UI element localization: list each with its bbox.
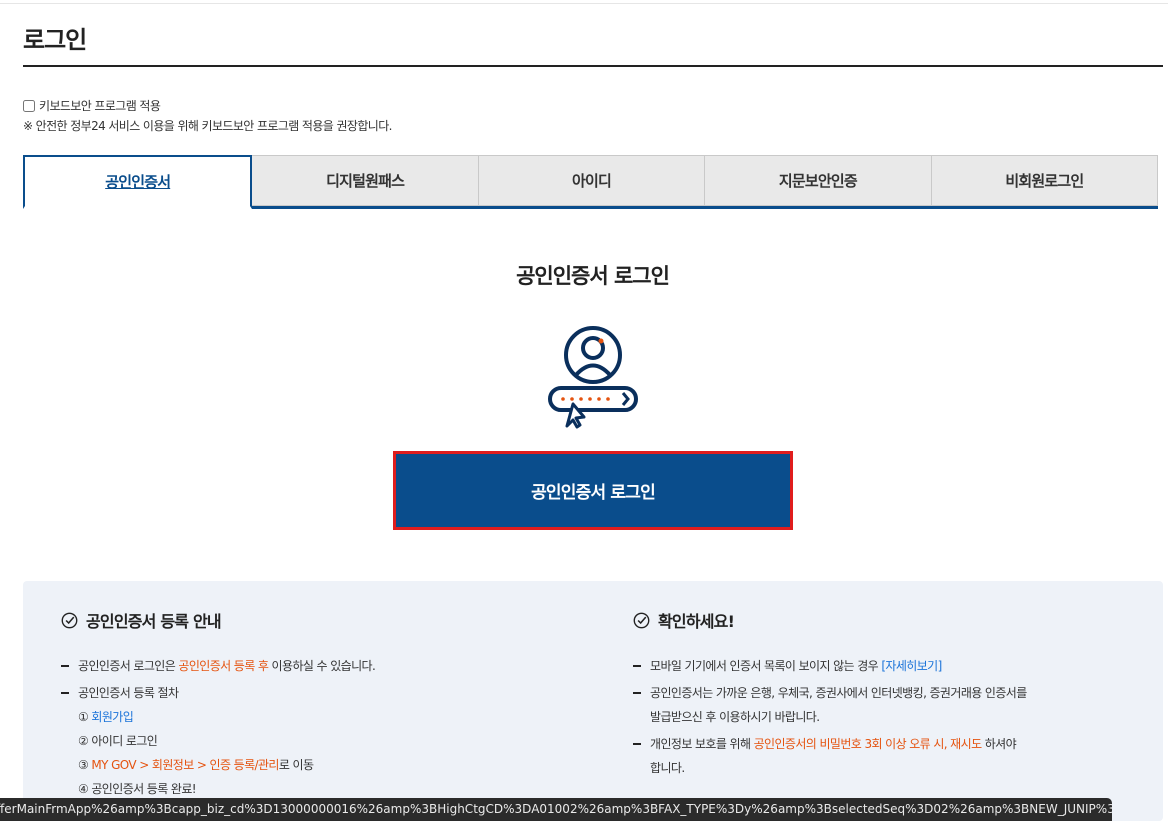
- step-number: ①: [78, 710, 89, 724]
- item-text: 공인인증서는 가까운 은행, 우체국, 증권사에서 인터넷뱅킹, 증권거래용 인…: [650, 686, 1027, 700]
- certificate-user-icon: [548, 326, 638, 429]
- item-text: 하셔야: [981, 737, 1017, 751]
- item-highlight: 공인인증서의 비밀번호 3회 이상 오류 시, 재시도: [753, 737, 983, 751]
- step-1: ① 회원가입: [78, 705, 601, 729]
- item-text: 이용하실 수 있습니다.: [268, 659, 376, 673]
- step-number: ③: [78, 758, 89, 772]
- registration-guide: 공인인증서 등록 안내 공인인증서 로그인은 공인인증서 등록 후 이용하실 수…: [61, 608, 601, 804]
- bullet-dash: [633, 743, 641, 745]
- bullet-dash: [61, 665, 69, 667]
- list-item: 공인인증서 등록 절차 ① 회원가입 ② 아이디 로그인 ③ MY GOV > …: [61, 681, 601, 801]
- list-item: 공인인증서 로그인은 공인인증서 등록 후 이용하실 수 있습니다.: [61, 654, 601, 678]
- title-underline: [23, 65, 1163, 67]
- item-text: 로 이동: [278, 758, 314, 772]
- tab-certificate[interactable]: 공인인증서: [23, 155, 253, 209]
- top-divider: [0, 0, 1168, 4]
- keyboard-security-option[interactable]: 키보드보안 프로그램 적용: [23, 97, 161, 114]
- check-notice: 확인하세요! 모바일 기기에서 인증서 목록이 보이지 않는 경우 [자세히보기…: [633, 608, 1133, 783]
- list-item: 모바일 기기에서 인증서 목록이 보이지 않는 경우 [자세히보기]: [633, 654, 1133, 678]
- bullet-dash: [633, 692, 641, 694]
- bullet-dash: [633, 665, 641, 667]
- login-tabs: 공인인증서 디지털원패스 아이디 지문보안인증 비회원로그인: [23, 155, 1159, 209]
- status-url: fferMainFrmApp%26amp%3Bcapp_biz_cd%3D130…: [0, 802, 1112, 816]
- check-notice-heading: 확인하세요!: [633, 608, 1133, 632]
- details-link[interactable]: [자세히보기]: [881, 659, 942, 673]
- info-box: 공인인증서 등록 안내 공인인증서 로그인은 공인인증서 등록 후 이용하실 수…: [23, 581, 1163, 821]
- item-text: 공인인증서 등록 절차: [78, 686, 179, 700]
- step-3: ③ MY GOV > 회원정보 > 인증 등록/관리로 이동: [78, 753, 601, 777]
- tab-digital-onepass[interactable]: 디지털원패스: [252, 155, 479, 206]
- item-text: 모바일 기기에서 인증서 목록이 보이지 않는 경우: [650, 659, 882, 673]
- bullet-dash: [61, 692, 69, 694]
- step-2: ② 아이디 로그인: [78, 734, 158, 748]
- check-circle-icon: [61, 612, 78, 628]
- keyboard-security-label: 키보드보안 프로그램 적용: [39, 99, 161, 113]
- signup-link[interactable]: 회원가입: [91, 710, 133, 724]
- certificate-login-button[interactable]: 공인인증서 로그인: [393, 451, 793, 530]
- item-highlight: 공인인증서 등록 후: [178, 659, 269, 673]
- tab-fingerprint[interactable]: 지문보안인증: [705, 155, 932, 206]
- list-item: 공인인증서는 가까운 은행, 우체국, 증권사에서 인터넷뱅킹, 증권거래용 인…: [633, 681, 1133, 729]
- tab-guest-login[interactable]: 비회원로그인: [931, 155, 1159, 206]
- tab-id[interactable]: 아이디: [478, 155, 706, 206]
- section-title: 공인인증서 로그인: [516, 264, 670, 288]
- item-text: 공인인증서 로그인은: [78, 659, 179, 673]
- item-text: 개인정보 보호를 위해: [650, 737, 754, 751]
- step-highlight: MY GOV > 회원정보 > 인증 등록/관리: [91, 758, 279, 772]
- keyboard-security-note: ※ 안전한 정부24 서비스 이용을 위해 키보드보안 프로그램 적용을 권장합…: [23, 119, 392, 133]
- registration-guide-heading: 공인인증서 등록 안내: [61, 608, 601, 632]
- page-title: 로그인: [23, 26, 87, 54]
- browser-status-bar: fferMainFrmApp%26amp%3Bcapp_biz_cd%3D130…: [0, 798, 1112, 821]
- keyboard-security-checkbox[interactable]: [23, 99, 35, 112]
- registration-guide-title: 공인인증서 등록 안내: [86, 612, 222, 631]
- list-item: 개인정보 보호를 위해 공인인증서의 비밀번호 3회 이상 오류 시, 재시도 …: [633, 732, 1133, 780]
- check-circle-icon: [633, 612, 650, 628]
- check-notice-title: 확인하세요!: [658, 612, 735, 631]
- item-text: 발급받으신 후 이용하시기 바랍니다.: [650, 710, 820, 724]
- item-text: 합니다.: [650, 761, 685, 775]
